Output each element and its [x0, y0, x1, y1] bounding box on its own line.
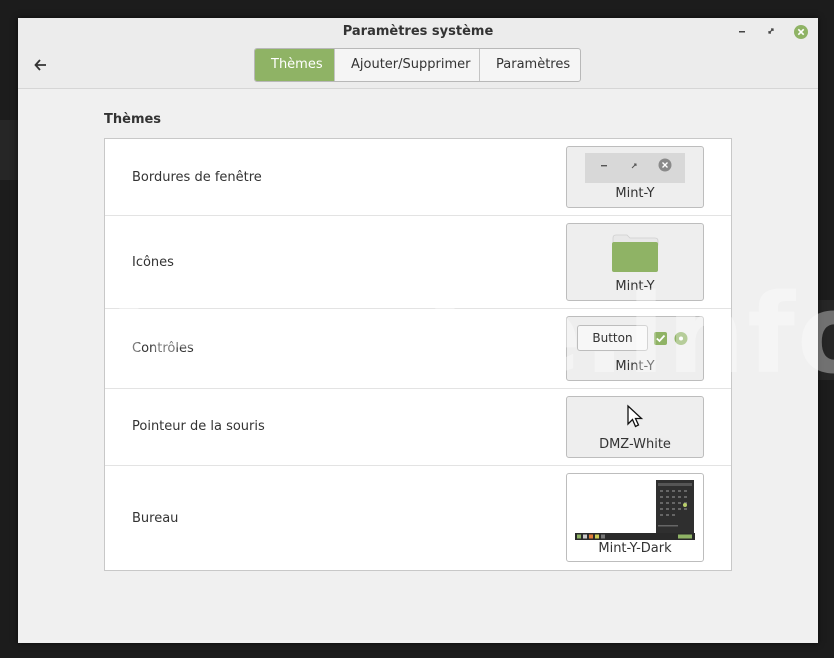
themes-panel: Bordures de fenêtre Mint-Y Icônes Mint-Y… — [104, 138, 732, 571]
cursor-arrow-icon — [627, 404, 644, 428]
titlebar-preview — [585, 153, 685, 183]
minimize-button[interactable] — [735, 24, 749, 38]
back-button[interactable] — [28, 54, 54, 76]
tab-add-remove[interactable]: Ajouter/Supprimer — [335, 49, 480, 81]
close-icon — [794, 25, 808, 39]
window-title: Paramètres système — [342, 24, 494, 39]
titlebar: Paramètres système Thèmes Ajouter/Suppri… — [18, 18, 818, 89]
theme-name: Mint-Y — [615, 279, 655, 294]
row-label: Icônes — [132, 255, 174, 270]
row-mouse-pointer: Pointeur de la souris DMZ-White — [105, 389, 731, 466]
checkbox-radio-preview-icon — [654, 332, 688, 345]
desktop-theme-button[interactable]: Mint-Y-Dark — [566, 473, 704, 562]
icons-theme-button[interactable]: Mint-Y — [566, 223, 704, 301]
row-controls: Contrôles Button Mint-Y — [105, 309, 731, 389]
row-label: Bordures de fenêtre — [132, 170, 262, 185]
restore-icon — [768, 28, 774, 34]
folder-icon — [612, 234, 659, 272]
tab-themes[interactable]: Thèmes — [255, 49, 335, 81]
pointer-theme-button[interactable]: DMZ-White — [566, 396, 704, 458]
window-controls-preview-icon — [601, 158, 672, 172]
window-borders-theme-button[interactable]: Mint-Y — [566, 146, 704, 208]
controls-theme-button[interactable]: Button Mint-Y — [566, 316, 704, 381]
theme-name: Mint-Y — [615, 186, 655, 201]
row-window-borders: Bordures de fenêtre Mint-Y — [105, 139, 731, 216]
close-button[interactable] — [793, 24, 809, 40]
row-icons: Icônes Mint-Y — [105, 216, 731, 309]
maximize-button[interactable] — [764, 24, 778, 38]
row-label: Bureau — [132, 511, 179, 526]
arrow-left-icon — [34, 59, 46, 71]
minimize-icon — [739, 31, 745, 33]
theme-name: Mint-Y — [615, 359, 655, 374]
theme-name: Mint-Y-Dark — [598, 541, 672, 556]
row-desktop: Bureau Mint-Y-Dark — [105, 466, 731, 570]
settings-window: Paramètres système Thèmes Ajouter/Suppri… — [18, 18, 818, 643]
desktop-preview-icon — [575, 480, 695, 540]
theme-name: DMZ-White — [599, 437, 671, 452]
section-title: Thèmes — [104, 112, 162, 127]
button-preview: Button — [577, 325, 648, 351]
tab-bar: Thèmes Ajouter/Supprimer Paramètres — [254, 48, 581, 82]
tab-settings[interactable]: Paramètres — [480, 49, 580, 81]
row-label: Contrôles — [132, 341, 194, 356]
row-label: Pointeur de la souris — [132, 419, 265, 434]
